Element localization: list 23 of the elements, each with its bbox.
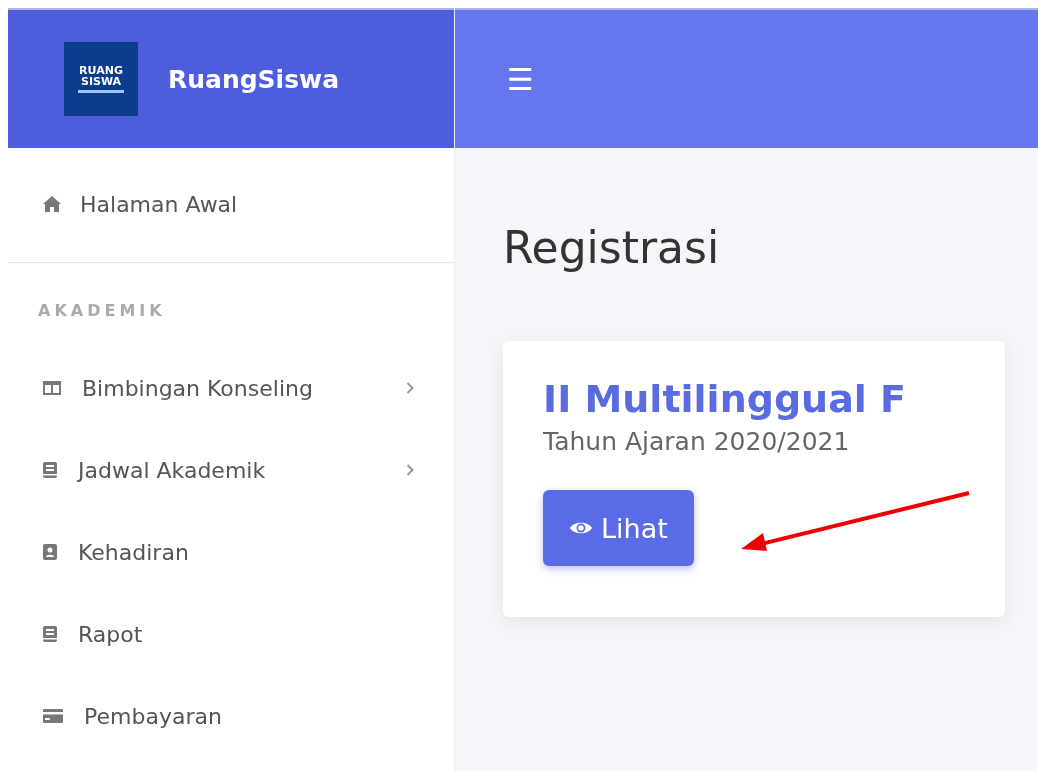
sidebar-item[interactable]: Bimbingan Konseling — [8, 347, 454, 429]
chevron-right-icon — [406, 382, 414, 394]
logo: RUANG SISWA — [64, 42, 138, 116]
home-menu-item[interactable]: Halaman Awal — [8, 146, 454, 263]
section-heading: AKADEMIK — [37, 300, 167, 322]
contact-book-icon — [42, 543, 58, 561]
home-icon — [42, 195, 62, 213]
eye-icon — [569, 520, 593, 536]
book-icon — [42, 625, 58, 643]
sidebar-item[interactable]: Jadwal Akademik — [8, 429, 454, 511]
page-title: Registrasi — [503, 222, 721, 273]
chevron-right-icon — [406, 464, 414, 476]
academic-year: Tahun Ajaran 2020/2021 — [543, 427, 851, 456]
columns-icon — [42, 380, 62, 396]
credit-card-icon — [42, 708, 64, 724]
sidebar-item[interactable]: Pembayaran — [8, 675, 454, 757]
sidebar-item[interactable]: Rapot — [8, 593, 454, 675]
view-button[interactable]: Lihat — [543, 490, 694, 566]
class-name: II Multilinggual F — [543, 377, 907, 421]
brand-name[interactable]: RuangSiswa — [168, 64, 340, 94]
menu-button[interactable]: ☰ — [507, 61, 534, 97]
book-icon — [42, 461, 58, 479]
sidebar-item[interactable]: Kehadiran — [8, 511, 454, 593]
